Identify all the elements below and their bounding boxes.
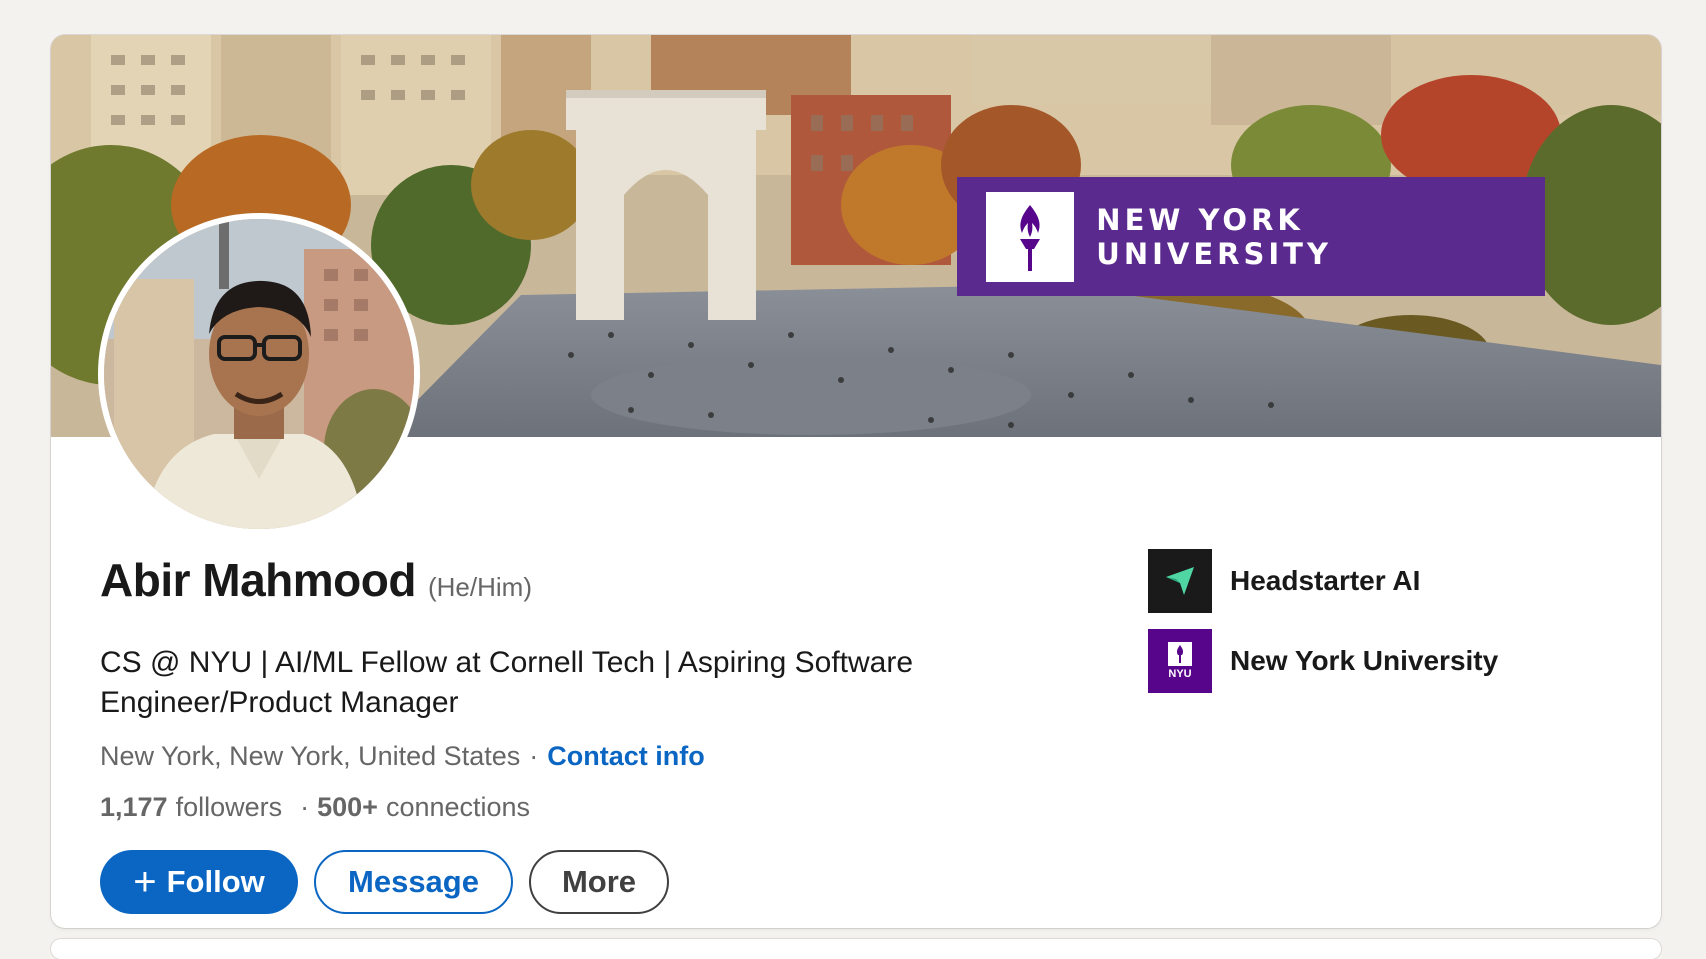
profile-organizations: Headstarter AI NYU New York University: [1148, 549, 1498, 709]
plus-icon: +: [133, 860, 157, 904]
separator-dot: ·: [529, 741, 539, 771]
network-stats: 1,177 followers · 500+ connections: [100, 792, 530, 823]
nyu-logo-text: NYU: [1168, 668, 1192, 680]
profile-card: NEW YORK UNIVERSITY Abir Mahmood (He/Him…: [51, 35, 1661, 928]
next-card-edge: [51, 939, 1661, 959]
location-row: New York, New York, United States · Cont…: [100, 741, 705, 772]
org-name: Headstarter AI: [1230, 565, 1421, 596]
followers-count: 1,177: [100, 792, 168, 822]
nyu-cover-banner: NEW YORK UNIVERSITY: [957, 177, 1545, 296]
follow-button[interactable]: + Follow: [100, 850, 298, 914]
profile-location: New York, New York, United States: [100, 741, 521, 771]
org-nyu[interactable]: NYU New York University: [1148, 629, 1498, 693]
headstarter-logo-icon: [1148, 549, 1212, 613]
followers-label: followers: [175, 792, 283, 822]
follow-label: Follow: [166, 864, 265, 899]
profile-avatar[interactable]: [98, 213, 420, 535]
profile-pronouns: (He/Him): [427, 572, 532, 602]
more-button[interactable]: More: [529, 850, 669, 914]
contact-info-link[interactable]: Contact info: [547, 741, 704, 772]
profile-headline: CS @ NYU | AI/ML Fellow at Cornell Tech …: [100, 646, 914, 719]
org-name: New York University: [1230, 645, 1499, 676]
org-headstarter[interactable]: Headstarter AI: [1148, 549, 1498, 613]
connections-label[interactable]: connections: [386, 792, 530, 823]
profile-name: Abir Mahmood: [100, 554, 416, 606]
profile-actions: + Follow Message More: [100, 850, 669, 914]
profile-photo: [104, 219, 414, 529]
name-row: Abir Mahmood (He/Him): [100, 553, 532, 607]
connections-count[interactable]: 500+: [317, 792, 378, 823]
message-button[interactable]: Message: [314, 850, 513, 914]
separator-dot: ·: [300, 792, 310, 822]
nyu-torch-logo-icon: NYU: [1148, 629, 1212, 693]
nyu-torch-icon: [986, 191, 1075, 282]
nyu-banner-text: NEW YORK UNIVERSITY: [1096, 202, 1332, 271]
